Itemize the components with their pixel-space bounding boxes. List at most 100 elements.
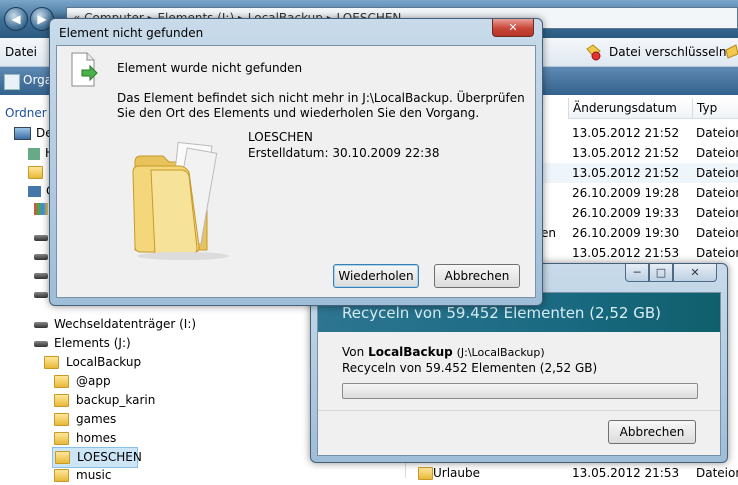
minimize-button[interactable]: ─ [625,264,649,282]
tree-item-elements[interactable]: Elements (J:) [34,334,131,353]
tree-item-label: Elements (J:) [54,336,131,350]
file-date: 26.10.2009 19:30 [572,226,680,240]
file-type: Dateiord [696,466,738,480]
menu-datei[interactable]: Datei [5,45,37,59]
progress-bar [342,383,698,399]
tree-item-homes[interactable]: homes [54,429,116,448]
nav-pane-label: Ordner [5,106,47,120]
dialog-close-button[interactable]: ✕ [492,19,534,37]
item-created: Erstelldatum: 30.10.2009 22:38 [248,146,440,160]
file-row[interactable]: 13.05.2012 21:52 Dateiord [541,123,738,143]
file-date: 13.05.2012 21:53 [572,246,680,260]
cancel-button[interactable]: Abbrechen [434,264,520,288]
progress-detail: Recyceln von 59.452 Elementen (2,52 GB) [342,361,598,375]
source-name: LocalBackup [368,345,453,359]
progress-source: Von LocalBackup (J:\LocalBackup) [342,345,545,359]
tree-item-label: LocalBackup [66,355,142,369]
folder-icon [123,130,243,263]
divider [318,410,720,411]
file-row-urlaube[interactable]: Urlaube 13.05.2012 21:53 Dateiord [406,463,738,483]
column-header-type[interactable]: Typ [692,98,738,119]
tree-item-music[interactable]: music [54,466,111,485]
file-type: Dateiord [696,166,738,180]
file-name: en [541,226,556,240]
file-row[interactable]: en 26.10.2009 19:30 Dateiord [541,223,738,243]
lock-icon [724,42,738,60]
file-row[interactable]: 13.05.2012 21:53 Dateiord [541,243,738,263]
encrypt-icon [584,43,602,61]
back-button[interactable]: ◀ [4,7,28,31]
minimize-icon: ─ [633,266,641,279]
folder-icon [54,432,69,445]
control-panel-icon [28,186,41,197]
tree-item-label: music [76,468,112,482]
folder-icon [55,451,70,464]
close-icon: ✕ [690,266,700,279]
dialog-client: Element wurde nicht gefunden Das Element… [56,45,536,298]
tree-item-label: LOESCHEN [77,450,142,464]
item-name: LOESCHEN [248,130,313,144]
file-type: Dateiord [696,226,738,240]
source-path: (J:\LocalBackup) [456,346,545,359]
organize-icon [4,74,20,90]
organize-button[interactable]: Orga [23,73,52,87]
file-date: 13.05.2012 21:52 [572,166,680,180]
document-arrow-icon [69,52,99,91]
tree-item-backup-karin[interactable]: backup_karin [54,391,155,410]
folder-icon [54,375,69,388]
maximize-icon: □ [655,266,667,279]
file-type: Dateiord [696,206,738,220]
back-arrow-icon: ◀ [11,12,21,26]
column-header-date[interactable]: Änderungsdatum [568,98,692,119]
source-prefix: Von [342,345,365,359]
progress-header-text: Recyceln von 59.452 Elementen (2,52 GB) [342,304,661,322]
tree-item-wechseldatentraeger[interactable]: Wechseldatenträger (I:) [34,315,196,334]
file-row[interactable]: 13.05.2012 21:52 Dateiord [541,163,738,183]
drive-icon [34,321,48,328]
drive-icon [34,340,48,347]
file-row[interactable]: 26.10.2009 19:33 Dateiord [541,203,738,223]
tree-item-label: @app [76,374,111,388]
folder-icon [44,356,59,369]
dialog-title: Element nicht gefunden [59,26,204,40]
dialog-heading: Element wurde nicht gefunden [117,61,303,75]
tree-item-app[interactable]: @app [54,372,111,391]
file-type: Dateiord [696,146,738,160]
retry-button[interactable]: Wiederholen [333,264,419,288]
file-date: 26.10.2009 19:28 [572,186,680,200]
file-type: Dateiord [696,246,738,260]
progress-client: Recyceln von 59.452 Elementen (2,52 GB) … [317,292,721,456]
tree-item-label: backup_karin [76,393,156,407]
file-date: 26.10.2009 19:33 [572,206,680,220]
error-dialog: Element nicht gefunden ✕ Element wurde n… [49,18,543,306]
tree-item-computer[interactable]: De [14,126,53,140]
tree-item-localbackup[interactable]: LocalBackup [44,353,141,372]
maximize-button[interactable]: □ [649,264,673,282]
computer-icon [14,127,31,140]
file-date: 13.05.2012 21:52 [572,146,680,160]
encrypt-button[interactable]: Datei verschlüsseln [609,45,726,59]
folder-icon [28,166,43,179]
windows-icon [34,203,48,215]
folder-icon [54,394,69,407]
folder-icon [418,467,433,480]
tree-item-games[interactable]: games [54,410,116,429]
network-icon [28,147,40,160]
tree-item-loeschen[interactable]: LOESCHEN [52,447,142,468]
tree-item-label: Wechseldatenträger (I:) [54,317,197,331]
forward-arrow-icon: ▶ [37,12,47,26]
file-list: 13.05.2012 21:52 Dateiord 13.05.2012 21:5… [541,123,738,263]
file-type: Dateiord [696,186,738,200]
dialog-message: Das Element befindet sich nicht mehr in … [117,91,525,120]
file-type: Dateiord [696,126,738,140]
file-row[interactable]: 26.10.2009 19:28 Dateiord [541,183,738,203]
file-date: 13.05.2012 21:52 [572,126,680,140]
tree-item-label: homes [76,431,117,445]
folder-icon [54,413,69,426]
file-row[interactable]: 13.05.2012 21:52 Dateiord [541,143,738,163]
close-icon: ✕ [508,21,518,34]
file-date: 13.05.2012 21:53 [572,466,680,480]
close-button[interactable]: ✕ [673,264,717,282]
tree-item-label: games [76,412,117,426]
progress-cancel-button[interactable]: Abbrechen [608,420,696,444]
